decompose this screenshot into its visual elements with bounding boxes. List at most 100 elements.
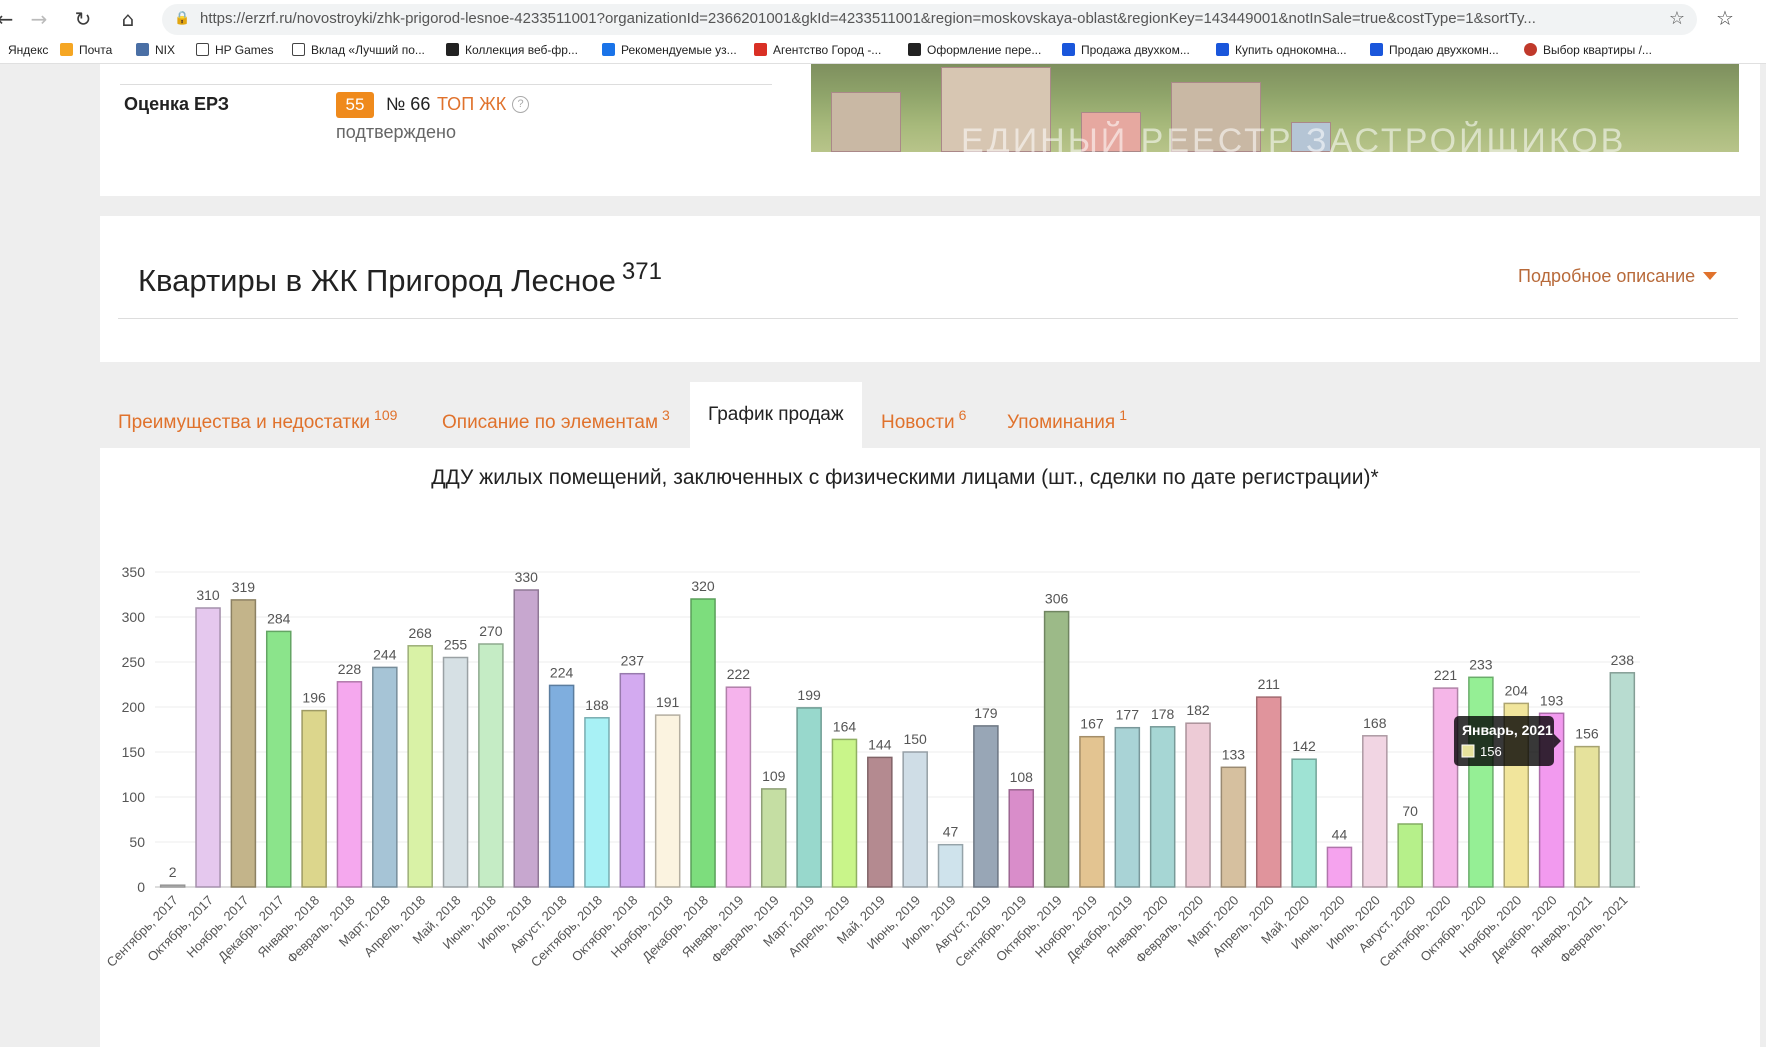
bookmark-item[interactable]: Оформление пере... <box>908 43 1041 57</box>
bar[interactable] <box>1326 846 1353 888</box>
tab-count: 6 <box>958 407 967 423</box>
page-content: Оценка ЕРЗ 55 № 66 ТОП ЖК ? подтверждено… <box>0 64 1766 1047</box>
bar[interactable] <box>336 681 363 888</box>
data-label: 222 <box>727 666 751 682</box>
bar[interactable] <box>1114 726 1141 888</box>
forward-arrow-icon[interactable]: → <box>26 6 52 32</box>
bookmark-item[interactable]: Коллекция веб-фр... <box>446 43 578 57</box>
data-label: 268 <box>408 625 432 641</box>
reload-icon[interactable]: ↻ <box>70 6 96 32</box>
bar[interactable] <box>867 756 893 888</box>
back-arrow-icon[interactable]: ← <box>0 6 18 32</box>
rating-label: Оценка ЕРЗ <box>124 94 230 114</box>
bookmark-item[interactable]: Яндекс <box>8 43 48 57</box>
bar[interactable] <box>1079 735 1105 888</box>
y-tick-label: 250 <box>122 654 146 670</box>
details-link-label[interactable]: Подробное описание <box>1518 266 1695 286</box>
bookmark-item[interactable]: Агентство Город -... <box>754 43 881 57</box>
bar[interactable] <box>407 645 433 888</box>
data-label: 237 <box>621 653 645 669</box>
tab-sales-chart[interactable]: График продаж <box>690 382 862 448</box>
caret-down-icon[interactable] <box>1703 272 1718 280</box>
bar[interactable] <box>1149 726 1176 888</box>
bar[interactable] <box>1008 789 1035 888</box>
tab-news[interactable]: Новости 6 <box>881 382 966 448</box>
bar[interactable] <box>831 738 858 888</box>
bar[interactable] <box>1609 672 1636 888</box>
bookmark-item[interactable]: Купить однокомна... <box>1216 43 1347 57</box>
agency-icon <box>754 43 767 56</box>
sales-chart-card: ДДУ жилых помещений, заключенных с физич… <box>100 448 1760 1047</box>
data-label: 319 <box>232 579 256 595</box>
tab-advantages[interactable]: Преимущества и недостатки 109 <box>118 382 397 448</box>
help-icon[interactable]: ? <box>512 96 529 113</box>
data-label: 199 <box>797 687 821 703</box>
bar[interactable] <box>513 589 540 888</box>
info-card: Оценка ЕРЗ 55 № 66 ТОП ЖК ? подтверждено… <box>100 64 1760 196</box>
tab-mentions[interactable]: Упоминания 1 <box>1007 382 1127 448</box>
bar[interactable] <box>1574 745 1600 888</box>
bar[interactable] <box>442 656 469 888</box>
address-bar[interactable]: 🔒 https://erzrf.ru/novostroyki/zhk-prigo… <box>162 4 1697 35</box>
favorites-icon[interactable]: ☆ <box>1716 6 1734 30</box>
bar[interactable] <box>265 630 292 888</box>
bar[interactable] <box>796 707 822 888</box>
bar[interactable] <box>1432 687 1459 888</box>
bar[interactable] <box>1220 766 1247 888</box>
apartments-count: 371 <box>621 258 662 285</box>
bar[interactable] <box>301 709 327 888</box>
home-icon[interactable]: ⌂ <box>115 6 141 32</box>
bookmark-item[interactable]: Продажа двухком... <box>1062 43 1190 57</box>
bookmark-item[interactable]: Вклад «Лучший по... <box>292 43 425 57</box>
bar[interactable] <box>760 788 787 888</box>
tab-elements[interactable]: Описание по элементам 3 <box>442 382 670 448</box>
bar[interactable] <box>1043 610 1070 888</box>
section-header: Квартиры в ЖК Пригород Лесное 371 Подробн… <box>100 216 1760 471</box>
data-label: 150 <box>903 731 927 747</box>
bookmark-item[interactable]: Почта <box>60 43 112 57</box>
bar[interactable] <box>372 666 398 888</box>
bar[interactable] <box>725 686 752 888</box>
bookmark-item[interactable]: HP Games <box>196 43 273 57</box>
tab-count: 3 <box>662 407 670 423</box>
rating-score-badge: 55 <box>336 92 374 118</box>
bar[interactable] <box>1255 696 1282 888</box>
data-label: 142 <box>1292 738 1316 754</box>
bar[interactable] <box>1397 823 1423 888</box>
data-label: 109 <box>762 768 786 784</box>
bar[interactable] <box>902 751 928 888</box>
bar[interactable] <box>159 884 186 888</box>
tabs-bar: Преимущества и недостатки 109 Описание по… <box>100 382 1760 448</box>
url-text[interactable]: https://erzrf.ru/novostroyki/zhk-prigoro… <box>200 10 1620 27</box>
bar[interactable] <box>1362 735 1388 888</box>
star-icon[interactable]: ☆ <box>1669 8 1685 29</box>
bookmark-item[interactable]: Выбор квартиры /... <box>1524 43 1652 57</box>
bar[interactable] <box>195 607 221 888</box>
bookmark-item[interactable]: Продаю двухкомн... <box>1370 43 1499 57</box>
bar[interactable] <box>973 725 999 888</box>
data-label: 255 <box>444 637 468 653</box>
bar[interactable] <box>478 643 504 888</box>
data-label: 238 <box>1611 652 1635 668</box>
bar[interactable] <box>937 843 964 888</box>
bar[interactable] <box>1468 676 1494 888</box>
bookmarks-bar: Яндекс Почта NIX HP Games Вклад «Лучший … <box>0 38 1766 64</box>
bar[interactable] <box>619 672 646 888</box>
bar[interactable] <box>690 598 716 888</box>
bar[interactable] <box>1185 722 1211 888</box>
data-label: 233 <box>1469 656 1493 672</box>
bar[interactable] <box>584 717 610 888</box>
data-label: 330 <box>515 569 539 585</box>
bookmark-item[interactable]: Рекомендуемые уз... <box>602 43 737 57</box>
bar[interactable] <box>548 684 575 888</box>
details-link[interactable]: Подробное описание <box>1518 266 1718 287</box>
bar[interactable] <box>654 714 681 888</box>
bar[interactable] <box>230 599 257 888</box>
data-label: 211 <box>1258 676 1281 692</box>
bookmark-item[interactable]: NIX <box>136 43 175 57</box>
bar[interactable] <box>1291 758 1317 888</box>
data-label: 228 <box>338 661 362 677</box>
choice-icon <box>1524 43 1537 56</box>
data-label: 284 <box>267 610 291 626</box>
top-link[interactable]: ТОП ЖК <box>437 94 506 115</box>
